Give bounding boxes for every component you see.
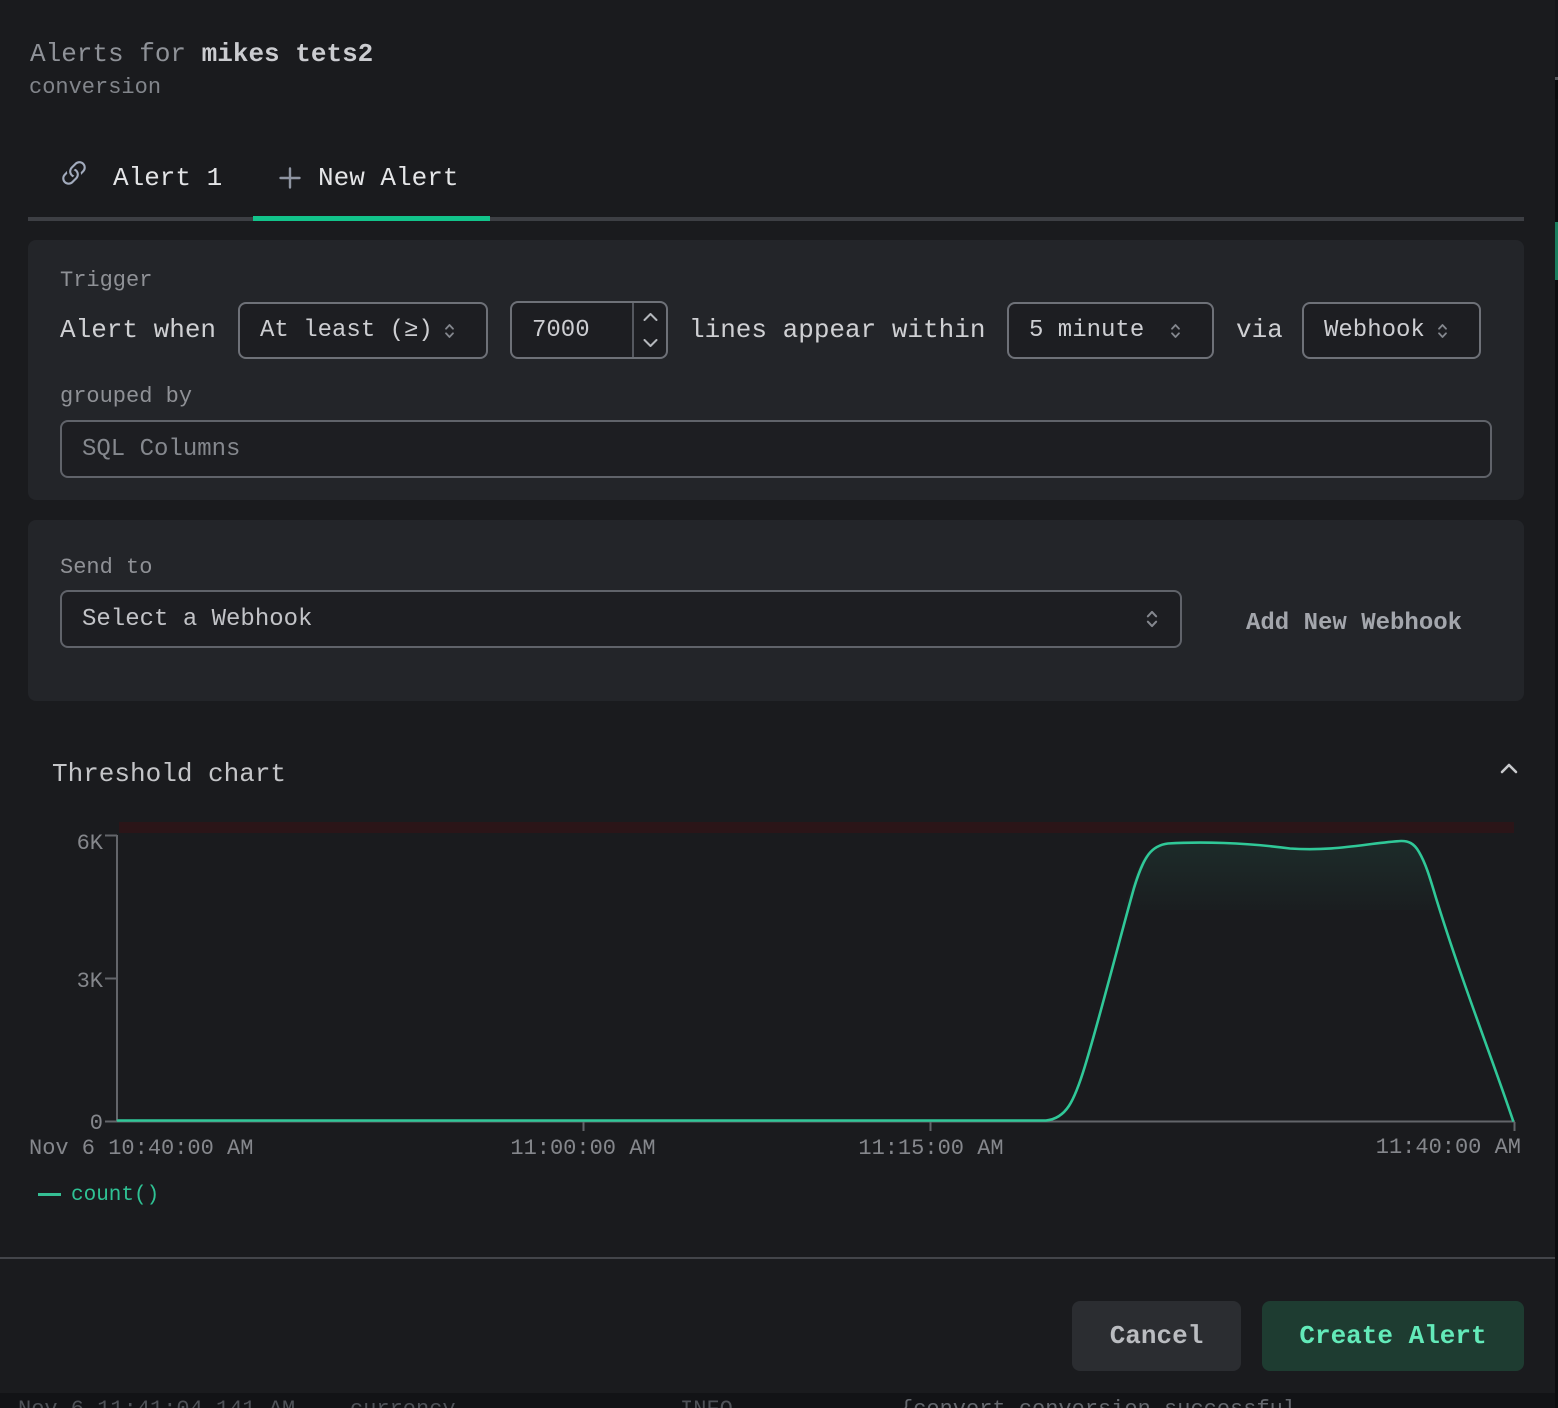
- svg-text:11:15:00 AM: 11:15:00 AM: [858, 1136, 1003, 1161]
- svg-text:11:40:00 AM: 11:40:00 AM: [1376, 1135, 1521, 1160]
- svg-text:0: 0: [90, 1111, 103, 1136]
- svg-text:3K: 3K: [77, 969, 104, 994]
- svg-text:6K: 6K: [77, 831, 104, 856]
- svg-text:Nov 6 10:40:00 AM: Nov 6 10:40:00 AM: [29, 1136, 253, 1161]
- svg-text:11:00:00 AM: 11:00:00 AM: [510, 1136, 655, 1161]
